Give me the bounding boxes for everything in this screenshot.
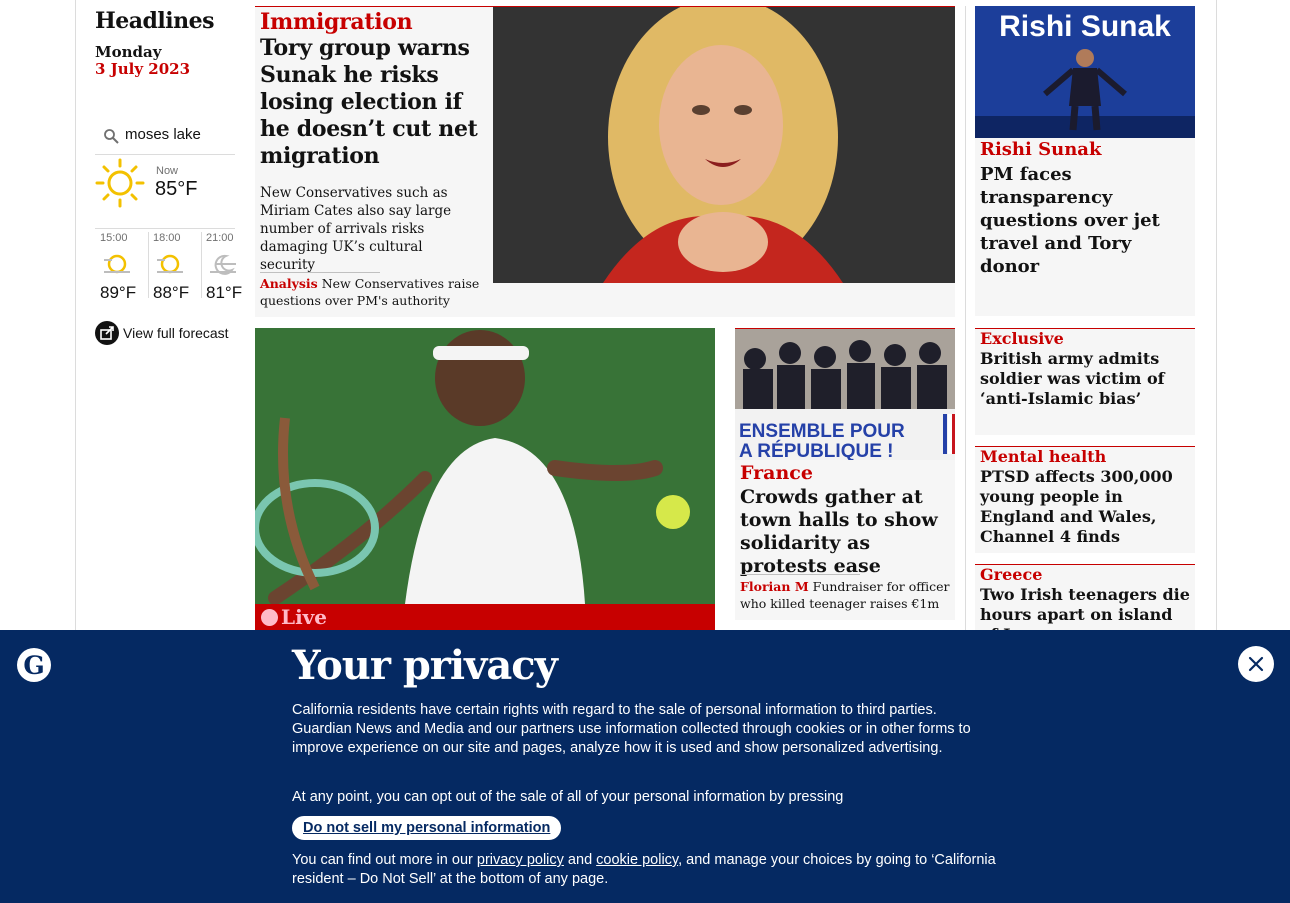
live-label-bar: Live [255, 604, 715, 631]
banner-text-line-1: ENSEMBLE POUR [739, 421, 905, 442]
exclusive-story-card[interactable]: Exclusive British army admits soldier wa… [975, 328, 1195, 435]
svg-text:G: G [23, 651, 44, 680]
weather-location-search[interactable]: moses lake [95, 120, 235, 155]
search-icon [104, 129, 119, 144]
sublink[interactable]: Florian M Fundraiser for officer who kil… [740, 578, 952, 612]
story-image [493, 7, 955, 283]
story-headline[interactable]: Crowds gather at town halls to show soli… [740, 486, 952, 578]
forecast-temp: 88°F [153, 283, 190, 302]
column-divider [965, 6, 966, 631]
story-kicker: Mental health [980, 447, 1107, 466]
headlines-title: Headlines [95, 8, 215, 34]
story-headline[interactable]: PTSD affects 300,000 young people in Eng… [980, 467, 1192, 547]
close-privacy-button[interactable] [1238, 646, 1274, 682]
forecast-time: 15:00 [100, 232, 128, 244]
story-kicker: Rishi Sunak [980, 139, 1102, 160]
hazy-sun-icon [157, 254, 183, 274]
date-full: 3 July 2023 [95, 60, 191, 78]
live-pulse-icon [261, 609, 278, 626]
story-headline[interactable]: Tory group warns Sunak he risks losing e… [260, 35, 480, 170]
weather-now-temp: 85°F [155, 178, 198, 200]
forecast-time: 18:00 [153, 232, 181, 244]
forecast-temp: 81°F [206, 283, 243, 302]
weather-now-label: Now [156, 165, 179, 177]
privacy-paragraph: California residents have certain rights… [292, 702, 971, 756]
weather-location: moses lake [125, 126, 201, 143]
banner-text-line-2: A RÉPUBLIQUE ! [739, 440, 893, 460]
date-day: Monday [95, 43, 162, 61]
privacy-optout-text: At any point, you can opt out of the sal… [292, 789, 844, 805]
divider [260, 272, 380, 273]
do-not-sell-button[interactable]: Do not sell my personal information [292, 816, 562, 840]
image-banner-text: Rishi Sunak [999, 10, 1171, 43]
sun-icon [95, 158, 145, 208]
privacy-more-info: You can find out more in our privacy pol… [292, 851, 997, 889]
divider [740, 574, 860, 575]
privacy-banner: G Your privacy California residents have… [0, 630, 1290, 903]
story-kicker: Exclusive [980, 329, 1064, 348]
sunak-story-card[interactable]: Rishi Sunak Rishi Sunak PM faces transpa… [975, 6, 1195, 316]
story-kicker: France [740, 462, 813, 484]
story-image: ENSEMBLE POUR A RÉPUBLIQUE ! [735, 329, 955, 460]
hazy-moon-icon [210, 254, 236, 275]
forecast-slot: 21:00 81°F [201, 232, 253, 302]
hazy-sun-icon [104, 254, 130, 274]
story-image: Rishi Sunak [975, 6, 1195, 138]
forecast-slot: 18:00 88°F [148, 232, 200, 302]
guardian-logo-icon: G [17, 648, 51, 682]
story-kicker: Greece [980, 565, 1043, 584]
weather-now: Now 85°F [95, 158, 235, 229]
privacy-title: Your privacy [292, 642, 558, 689]
do-not-sell-label: Do not sell my personal information [303, 820, 551, 836]
story-headline[interactable]: British army admits soldier was victim o… [980, 349, 1192, 409]
cookie-policy-link[interactable]: cookie policy [596, 852, 678, 868]
close-icon [1248, 656, 1264, 672]
forecast-time: 21:00 [206, 232, 234, 244]
greece-story-card[interactable]: Greece Two Irish teenagers die hours apa… [975, 564, 1195, 644]
story-standfirst: New Conservatives such as Miriam Cates a… [260, 185, 452, 273]
main-story-card[interactable]: Immigration Tory group warns Sunak he ri… [255, 6, 955, 317]
forecast-temp: 89°F [100, 283, 137, 302]
live-story-card[interactable]: Live [255, 328, 715, 631]
view-full-forecast-label: View full forecast [123, 325, 229, 341]
privacy-policy-link[interactable]: privacy policy [477, 852, 564, 868]
external-link-icon [95, 321, 119, 345]
mental-health-story-card[interactable]: Mental health PTSD affects 300,000 young… [975, 446, 1195, 553]
forecast-slot: 15:00 89°F [95, 232, 147, 302]
sublink-kicker: Analysis [260, 276, 318, 291]
privacy-more-text: You can find out more in our [292, 852, 477, 868]
france-story-card[interactable]: ENSEMBLE POUR A RÉPUBLIQUE ! France Crow… [735, 328, 955, 620]
story-image [255, 328, 715, 604]
story-headline[interactable]: PM faces transparency questions over jet… [980, 163, 1192, 278]
privacy-and-text: and [563, 852, 597, 868]
sublink-kicker: Florian M [740, 579, 809, 594]
sublink[interactable]: Analysis New Conservatives raise questio… [260, 275, 485, 309]
story-kicker: Immigration [260, 9, 413, 35]
live-label: Live [281, 605, 328, 629]
